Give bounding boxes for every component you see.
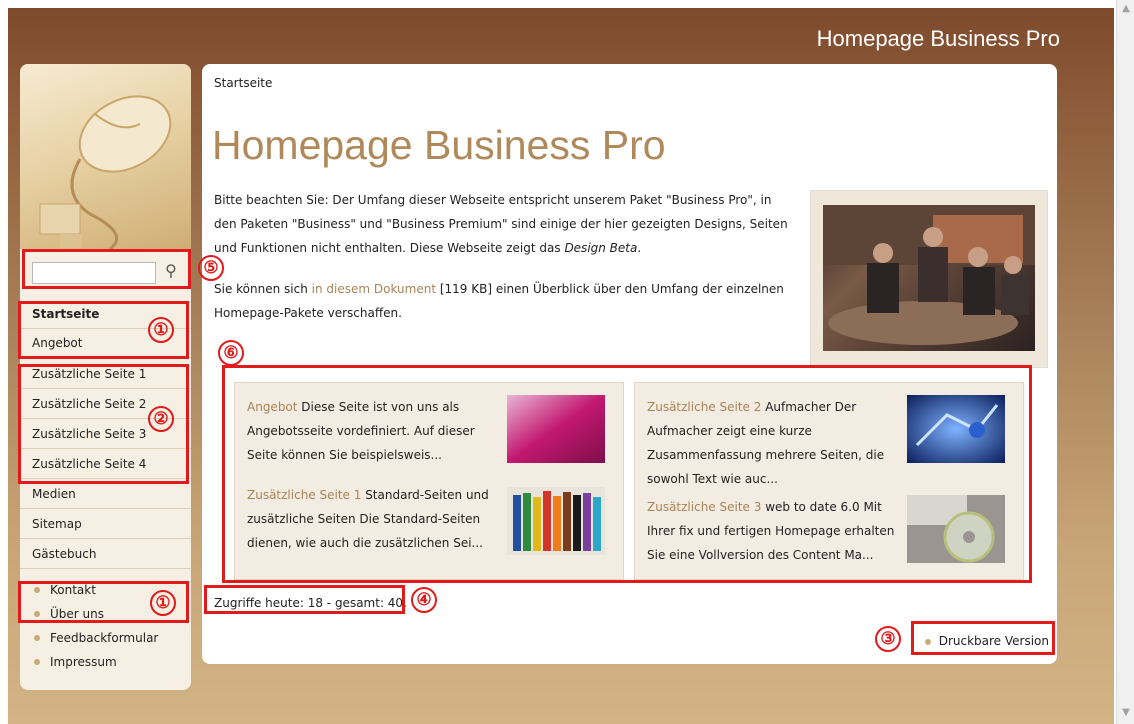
annotation-number-6: ⑥ — [218, 340, 244, 366]
footer-link-impressum[interactable]: Impressum — [20, 652, 191, 672]
bullet-icon — [34, 635, 40, 641]
sidebar-mouse-image — [20, 64, 191, 251]
business-meeting-photo — [810, 190, 1048, 368]
intro-line: den Paketen "Business" und "Business Pre… — [214, 217, 788, 231]
bullet-icon — [34, 659, 40, 665]
document-paragraph: Sie können sich in diesem Dokument [119 … — [214, 277, 800, 325]
breadcrumb[interactable]: Startseite — [214, 76, 272, 90]
vertical-scrollbar[interactable]: ▲ ▼ — [1116, 0, 1134, 724]
annotation-number-1: ① — [148, 317, 174, 343]
annotation-number-5: ⑤ — [198, 255, 224, 281]
page-background: Homepage Business Pro ⚲ Startseite Angeb… — [8, 8, 1114, 724]
nav-item-sitemap[interactable]: Sitemap — [20, 510, 191, 539]
intro-line: Homepage-Pakete verschaffen. — [214, 306, 402, 320]
footer-link-label: Feedbackformular — [50, 631, 159, 645]
annotation-number-4: ④ — [411, 587, 437, 613]
scroll-up-icon[interactable]: ▲ — [1119, 2, 1133, 16]
annotation-number-2: ② — [148, 406, 174, 432]
intro-paragraph: Bitte beachten Sie: Der Umfang dieser We… — [214, 188, 800, 260]
annotation-box-print — [911, 621, 1055, 655]
nav-item-gaestebuch[interactable]: Gästebuch — [20, 540, 191, 569]
annotation-number-1b: ① — [150, 590, 176, 616]
intro-text: Sie können sich — [214, 282, 312, 296]
document-link[interactable]: in diesem Dokument — [312, 282, 436, 296]
annotation-box-counter — [204, 585, 405, 614]
intro-text: und Funktionen nicht enthalten. Diese We… — [214, 241, 565, 255]
design-name: Design Beta — [564, 241, 638, 255]
intro-text: . — [637, 241, 642, 255]
scroll-down-icon[interactable]: ▼ — [1119, 706, 1133, 720]
annotation-box-teasers — [222, 365, 1032, 583]
intro-line: Sie können sich in diesem Dokument [119 … — [214, 277, 800, 301]
intro-text: [119 KB] einen Überblick über den Umfang… — [436, 282, 784, 296]
nav-item-medien[interactable]: Medien — [20, 480, 191, 509]
page-title: Homepage Business Pro — [212, 122, 666, 168]
annotation-box-search — [22, 249, 191, 289]
footer-link-label: Impressum — [50, 655, 117, 669]
intro-line: und Funktionen nicht enthalten. Diese We… — [214, 236, 800, 260]
footer-link-feedbackformular[interactable]: Feedbackformular — [20, 628, 191, 648]
photo-image — [823, 205, 1035, 351]
annotation-number-3: ③ — [875, 626, 901, 652]
intro-line: Bitte beachten Sie: Der Umfang dieser We… — [214, 193, 772, 207]
site-title: Homepage Business Pro — [816, 26, 1060, 51]
